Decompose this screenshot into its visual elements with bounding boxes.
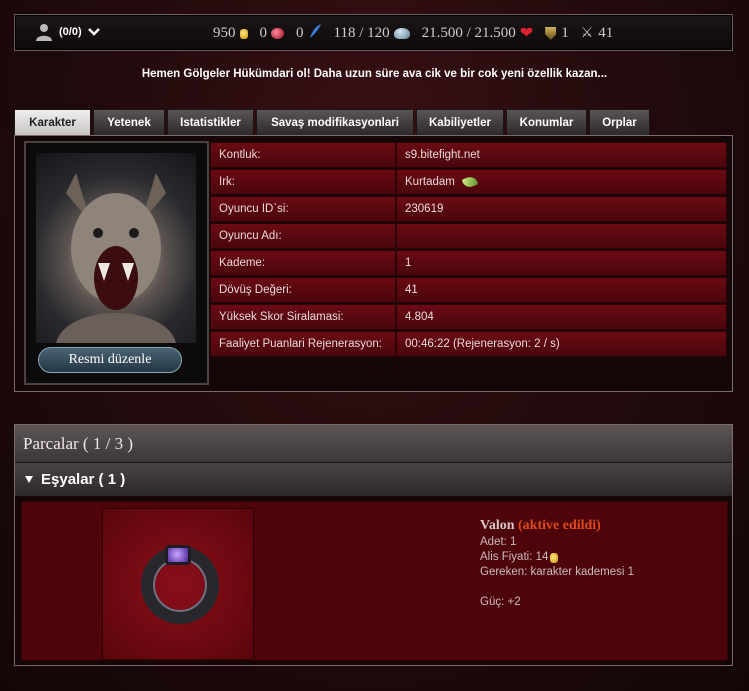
item-status: (aktive edildi) [518, 518, 601, 533]
info-row-kademe: Kademe: 1 [210, 250, 727, 276]
item-image-box[interactable] [102, 508, 254, 660]
items-section-header[interactable]: Eşyalar ( 1 ) [15, 463, 732, 496]
portrait-frame: Resmi düzenle [24, 141, 209, 385]
item-title: Valon (aktive edildi) [480, 518, 634, 533]
tab-bar: Karakter Yetenek Istatistikler Savaş mod… [14, 109, 650, 135]
tab-karakter[interactable]: Karakter [14, 109, 91, 135]
crossed-swords-icon: ⚔ [580, 25, 594, 41]
user-silhouette-icon [36, 24, 52, 41]
feather-value: 0 [296, 25, 304, 41]
character-info-table: Kontluk: s9.bitefight.net Irk: Kurtadam … [210, 142, 727, 358]
gold-coin-icon [239, 28, 248, 39]
item-row: Valon (aktive edildi) Adet: 1 Alis Fiyat… [21, 501, 728, 661]
info-row-oyuncu-id: Oyuncu ID`si: 230619 [210, 196, 727, 222]
info-key: Irk: [210, 169, 396, 195]
cloud-icon [393, 28, 410, 39]
info-row-dovus-degeri: Dövüş Değeri: 41 [210, 277, 727, 303]
battle-value: 41 [598, 25, 614, 41]
items-header-label: Eşyalar ( 1 ) [41, 471, 126, 488]
resource-bar: (0/0) 950 0 0 118 / 120 21.500 / 21.500 … [14, 14, 733, 51]
info-key: Dövüş Değeri: [210, 277, 396, 303]
user-count: (0/0) [59, 26, 82, 38]
item-requirement: Gereken: karakter kademesi 1 [480, 566, 635, 578]
stat-feather: 0 [296, 23, 322, 44]
edit-picture-button[interactable]: Resmi düzenle [38, 347, 182, 373]
info-row-irk: Irk: Kurtadam [210, 169, 727, 195]
stat-gems: 0 [259, 25, 284, 42]
stats-row: 950 0 0 118 / 120 21.500 / 21.500 ❤ 1 ⚔ … [213, 15, 625, 52]
chevron-down-icon [87, 28, 100, 36]
info-value: 41 [396, 277, 727, 303]
health-value: 21.500 / 21.500 [421, 25, 516, 41]
character-panel: Resmi düzenle Kontluk: s9.bitefight.net … [14, 135, 733, 392]
info-value: 00:46:22 (Rejenerasyon: 2 / s) [396, 331, 727, 357]
parts-panel: Parcalar ( 1 / 3 ) Eşyalar ( 1 ) Valon (… [14, 424, 733, 666]
info-value: 230619 [396, 196, 727, 222]
item-bonus: Güç: +2 [480, 596, 521, 608]
energy-value: 118 / 120 [333, 25, 390, 41]
item-details: Valon (aktive edildi) Adet: 1 Alis Fiyat… [480, 518, 634, 610]
triangle-down-icon [25, 476, 33, 483]
promo-link[interactable]: Hemen Gölgeler Hükümdari ol! Daha uzun s… [0, 68, 749, 80]
info-value [396, 223, 727, 249]
info-row-yuksek-skor: Yüksek Skor Siralamasi: 4.804 [210, 304, 727, 330]
info-key: Yüksek Skor Siralamasi: [210, 304, 396, 330]
gem-value: 0 [259, 25, 268, 41]
info-value: s9.bitefight.net [396, 142, 727, 168]
tab-yetenek[interactable]: Yetenek [93, 109, 165, 135]
tab-konumlar[interactable]: Konumlar [506, 109, 587, 135]
item-price: Alis Fiyati: 14 [480, 551, 549, 563]
race-label: Kurtadam [405, 176, 455, 188]
shield-icon [545, 27, 557, 40]
info-value: 1 [396, 250, 727, 276]
stat-health: 21.500 / 21.500 ❤ [422, 25, 534, 42]
item-price-line: Alis Fiyati: 14 [480, 550, 634, 565]
info-key: Oyuncu Adı: [210, 223, 396, 249]
info-row-kontluk: Kontluk: s9.bitefight.net [210, 142, 727, 168]
tab-kabiliyetler[interactable]: Kabiliyetler [416, 109, 504, 135]
gem-icon [271, 28, 284, 39]
item-quantity: Adet: 1 [480, 536, 517, 548]
info-key: Oyuncu ID`si: [210, 196, 396, 222]
info-value: 4.804 [396, 304, 727, 330]
level-value: 1 [561, 25, 569, 41]
tab-istatistikler[interactable]: Istatistikler [167, 109, 254, 135]
parts-title: Parcalar ( 1 / 3 ) [15, 425, 732, 463]
stat-energy: 118 / 120 [334, 25, 410, 42]
info-row-oyuncu-adi: Oyuncu Adı: [210, 223, 727, 249]
item-name: Valon [480, 518, 515, 533]
tab-orplar[interactable]: Orplar [589, 109, 650, 135]
heart-icon: ❤ [519, 24, 534, 42]
stat-level: 1 [545, 25, 569, 42]
stat-gold: 950 [213, 25, 248, 42]
tab-savas-modifikasyonlari[interactable]: Savaş modifikasyonlari [256, 109, 414, 135]
info-value-race: Kurtadam [396, 169, 727, 195]
stat-battle: ⚔ 41 [581, 25, 614, 42]
user-menu[interactable]: (0/0) [35, 23, 100, 41]
gold-coin-icon [550, 552, 559, 563]
race-leaf-icon [461, 174, 479, 190]
feather-icon [308, 23, 322, 44]
werewolf-portrait-image [36, 153, 196, 343]
werewolf-illustration [56, 173, 176, 343]
info-key: Kontluk: [210, 142, 396, 168]
info-key: Kademe: [210, 250, 396, 276]
gold-value: 950 [213, 25, 236, 41]
info-key: Faaliyet Puanlari Rejenerasyon: [210, 331, 396, 357]
info-row-faaliyet: Faaliyet Puanlari Rejenerasyon: 00:46:22… [210, 331, 727, 357]
ring-gem-icon [165, 545, 191, 565]
